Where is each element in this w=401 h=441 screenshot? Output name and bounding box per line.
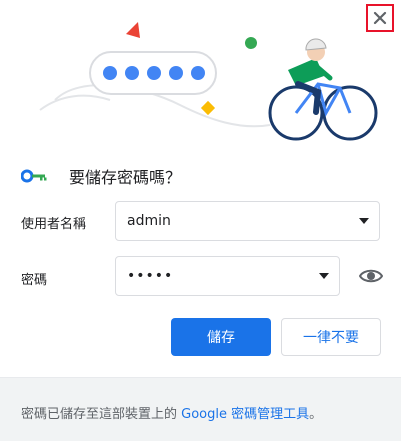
username-label: 使用者名稱 <box>21 217 87 232</box>
username-select[interactable]: admin <box>115 201 380 241</box>
close-button[interactable] <box>366 4 394 32</box>
close-icon <box>373 11 387 25</box>
dialog-footer: 密碼已儲存至這部裝置上的 Google 密碼管理工具。 <box>0 377 401 441</box>
diamond-decoration <box>200 100 216 116</box>
password-select[interactable]: ••••• <box>115 256 340 296</box>
password-manager-link[interactable]: Google 密碼管理工具 <box>181 407 309 422</box>
footer-suffix: 。 <box>309 407 323 422</box>
password-illustration <box>39 22 378 141</box>
chevron-down-icon <box>319 273 329 279</box>
footer-prefix: 密碼已儲存至這部裝置上的 <box>21 407 182 422</box>
key-icon <box>21 169 47 183</box>
dialog-title: 要儲存密碼嗎？ <box>69 168 182 187</box>
save-button[interactable]: 儲存 <box>171 318 271 356</box>
chevron-down-icon <box>359 218 369 224</box>
eye-icon[interactable] <box>359 267 383 285</box>
triangle-decoration <box>126 22 140 38</box>
dot-decoration <box>245 37 257 49</box>
cyclist-icon <box>268 38 378 141</box>
never-button[interactable]: 一律不要 <box>281 318 381 356</box>
dialog-header: 要儲存密碼嗎？ <box>21 163 181 189</box>
password-label: 密碼 <box>21 273 48 288</box>
username-value: admin <box>127 213 171 229</box>
footer-text: 密碼已儲存至這部裝置上的 Google 密碼管理工具。 <box>21 403 322 422</box>
password-value: ••••• <box>127 268 174 284</box>
